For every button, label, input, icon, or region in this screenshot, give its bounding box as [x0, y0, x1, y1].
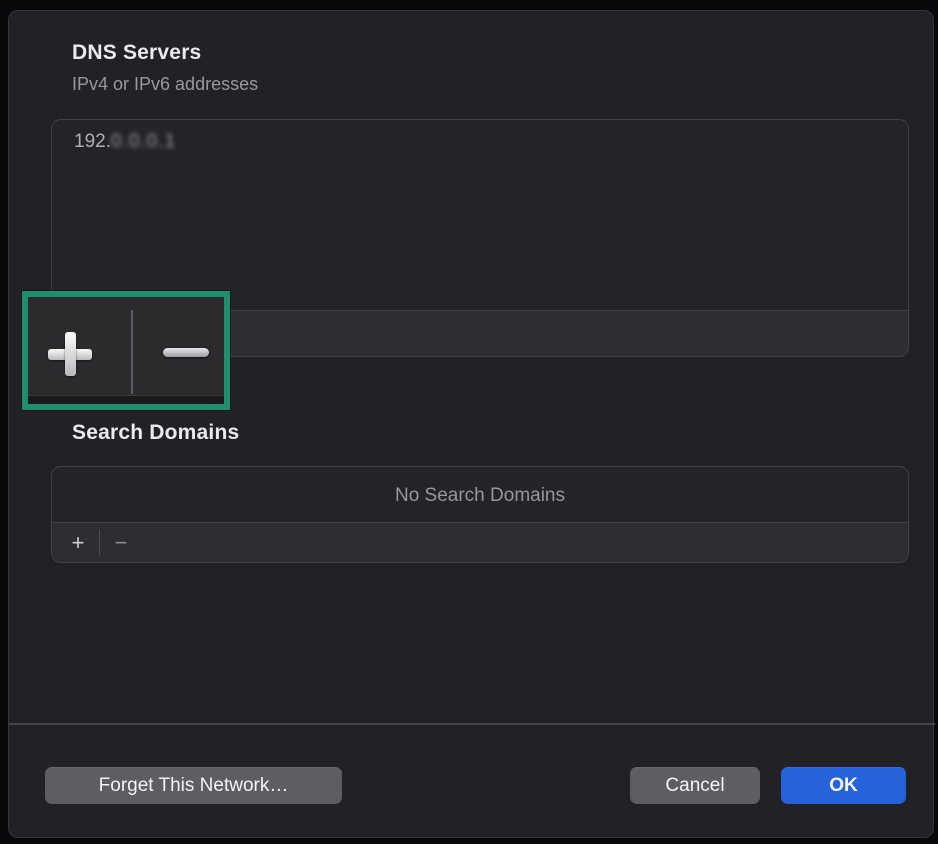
forget-network-button[interactable]: Forget This Network… [45, 767, 342, 804]
search-domains-heading: Search Domains [72, 421, 239, 445]
dns-settings-sheet: DNS Servers IPv4 or IPv6 addresses 192.0… [8, 10, 934, 838]
add-remove-highlight-callout [22, 291, 230, 410]
search-list-controls-bar: + − [52, 522, 908, 562]
dns-server-row[interactable]: 192.0.0.0.1 [74, 131, 176, 153]
search-domains-empty-placeholder: No Search Domains [52, 467, 908, 524]
search-add-button[interactable]: + [63, 528, 93, 558]
footer-divider [9, 723, 935, 725]
cancel-button[interactable]: Cancel [630, 767, 760, 804]
search-remove-button[interactable]: − [106, 528, 136, 558]
dns-servers-subtitle: IPv4 or IPv6 addresses [72, 74, 258, 95]
dns-server-ip-visible: 192. [74, 131, 111, 152]
ok-button[interactable]: OK [781, 767, 906, 804]
controls-divider [99, 530, 100, 556]
dns-servers-list: 192.0.0.0.1 [52, 120, 908, 311]
callout-bottom-strip [28, 395, 224, 404]
dns-server-ip-redacted: 0.0.0.1 [111, 131, 176, 152]
controls-divider [131, 310, 133, 394]
minus-icon[interactable] [163, 348, 209, 357]
plus-icon[interactable] [48, 332, 92, 376]
search-domains-listbox: No Search Domains + − [51, 466, 909, 563]
dns-servers-heading: DNS Servers [72, 41, 201, 65]
